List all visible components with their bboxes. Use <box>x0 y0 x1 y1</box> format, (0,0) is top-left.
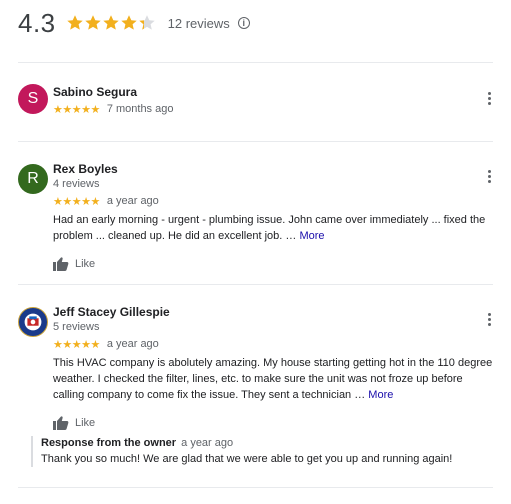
more-options-icon[interactable] <box>485 313 493 326</box>
reviewer-review-count: 5 reviews <box>53 321 100 333</box>
more-options-icon[interactable] <box>485 170 493 183</box>
avatar-logo[interactable] <box>18 307 48 337</box>
review-text: This HVAC company is abolutely amazing. … <box>53 357 493 401</box>
review-stars: ★★★★★ <box>53 103 100 116</box>
like-label: Like <box>75 417 96 429</box>
reviewer-name[interactable]: Sabino Segura <box>53 85 467 99</box>
average-rating: 4.3 <box>18 7 56 38</box>
owner-response: Response from the owner a year ago Thank… <box>31 436 481 467</box>
thumbs-up-icon <box>53 257 69 271</box>
reviewer-name[interactable]: Jeff Stacey Gillespie <box>53 305 467 319</box>
like-button[interactable]: Like <box>53 257 467 271</box>
review-stars: ★★★★★ <box>53 195 100 208</box>
star-icon <box>102 15 119 30</box>
star-icon <box>66 15 83 30</box>
review-time: a year ago <box>106 338 159 350</box>
like-button[interactable]: Like <box>53 416 467 430</box>
info-icon[interactable]: i <box>237 17 250 29</box>
review-time: a year ago <box>106 195 159 207</box>
review-time: 7 months ago <box>106 103 174 115</box>
divider <box>18 141 493 142</box>
review-text: Had an early morning - urgent - plumbing… <box>53 214 486 242</box>
avatar[interactable]: R <box>18 164 48 194</box>
owner-response-time: a year ago <box>181 437 234 449</box>
more-link[interactable]: More <box>368 389 393 401</box>
avatar[interactable]: S <box>18 84 48 114</box>
like-label: Like <box>75 258 96 270</box>
rating-stars <box>66 14 158 32</box>
review-count: 12 reviews <box>167 15 230 31</box>
rating-summary: 4.3 12 reviews i <box>18 8 250 38</box>
reviewer-name[interactable]: Rex Boyles <box>53 162 467 176</box>
star-icon <box>120 15 137 30</box>
partial-star-icon <box>138 15 155 30</box>
divider <box>18 62 493 63</box>
star-icon <box>84 15 101 30</box>
owner-response-text: Thank you so much! We are glad that we w… <box>41 453 453 465</box>
reviewer-review-count: 4 reviews <box>53 178 100 190</box>
review-stars: ★★★★★ <box>53 338 100 351</box>
divider <box>18 487 493 488</box>
more-link[interactable]: More <box>299 230 324 242</box>
divider <box>18 284 493 285</box>
more-options-icon[interactable] <box>485 92 493 105</box>
thumbs-up-icon <box>53 416 69 430</box>
owner-response-label: Response from the owner <box>41 437 177 449</box>
